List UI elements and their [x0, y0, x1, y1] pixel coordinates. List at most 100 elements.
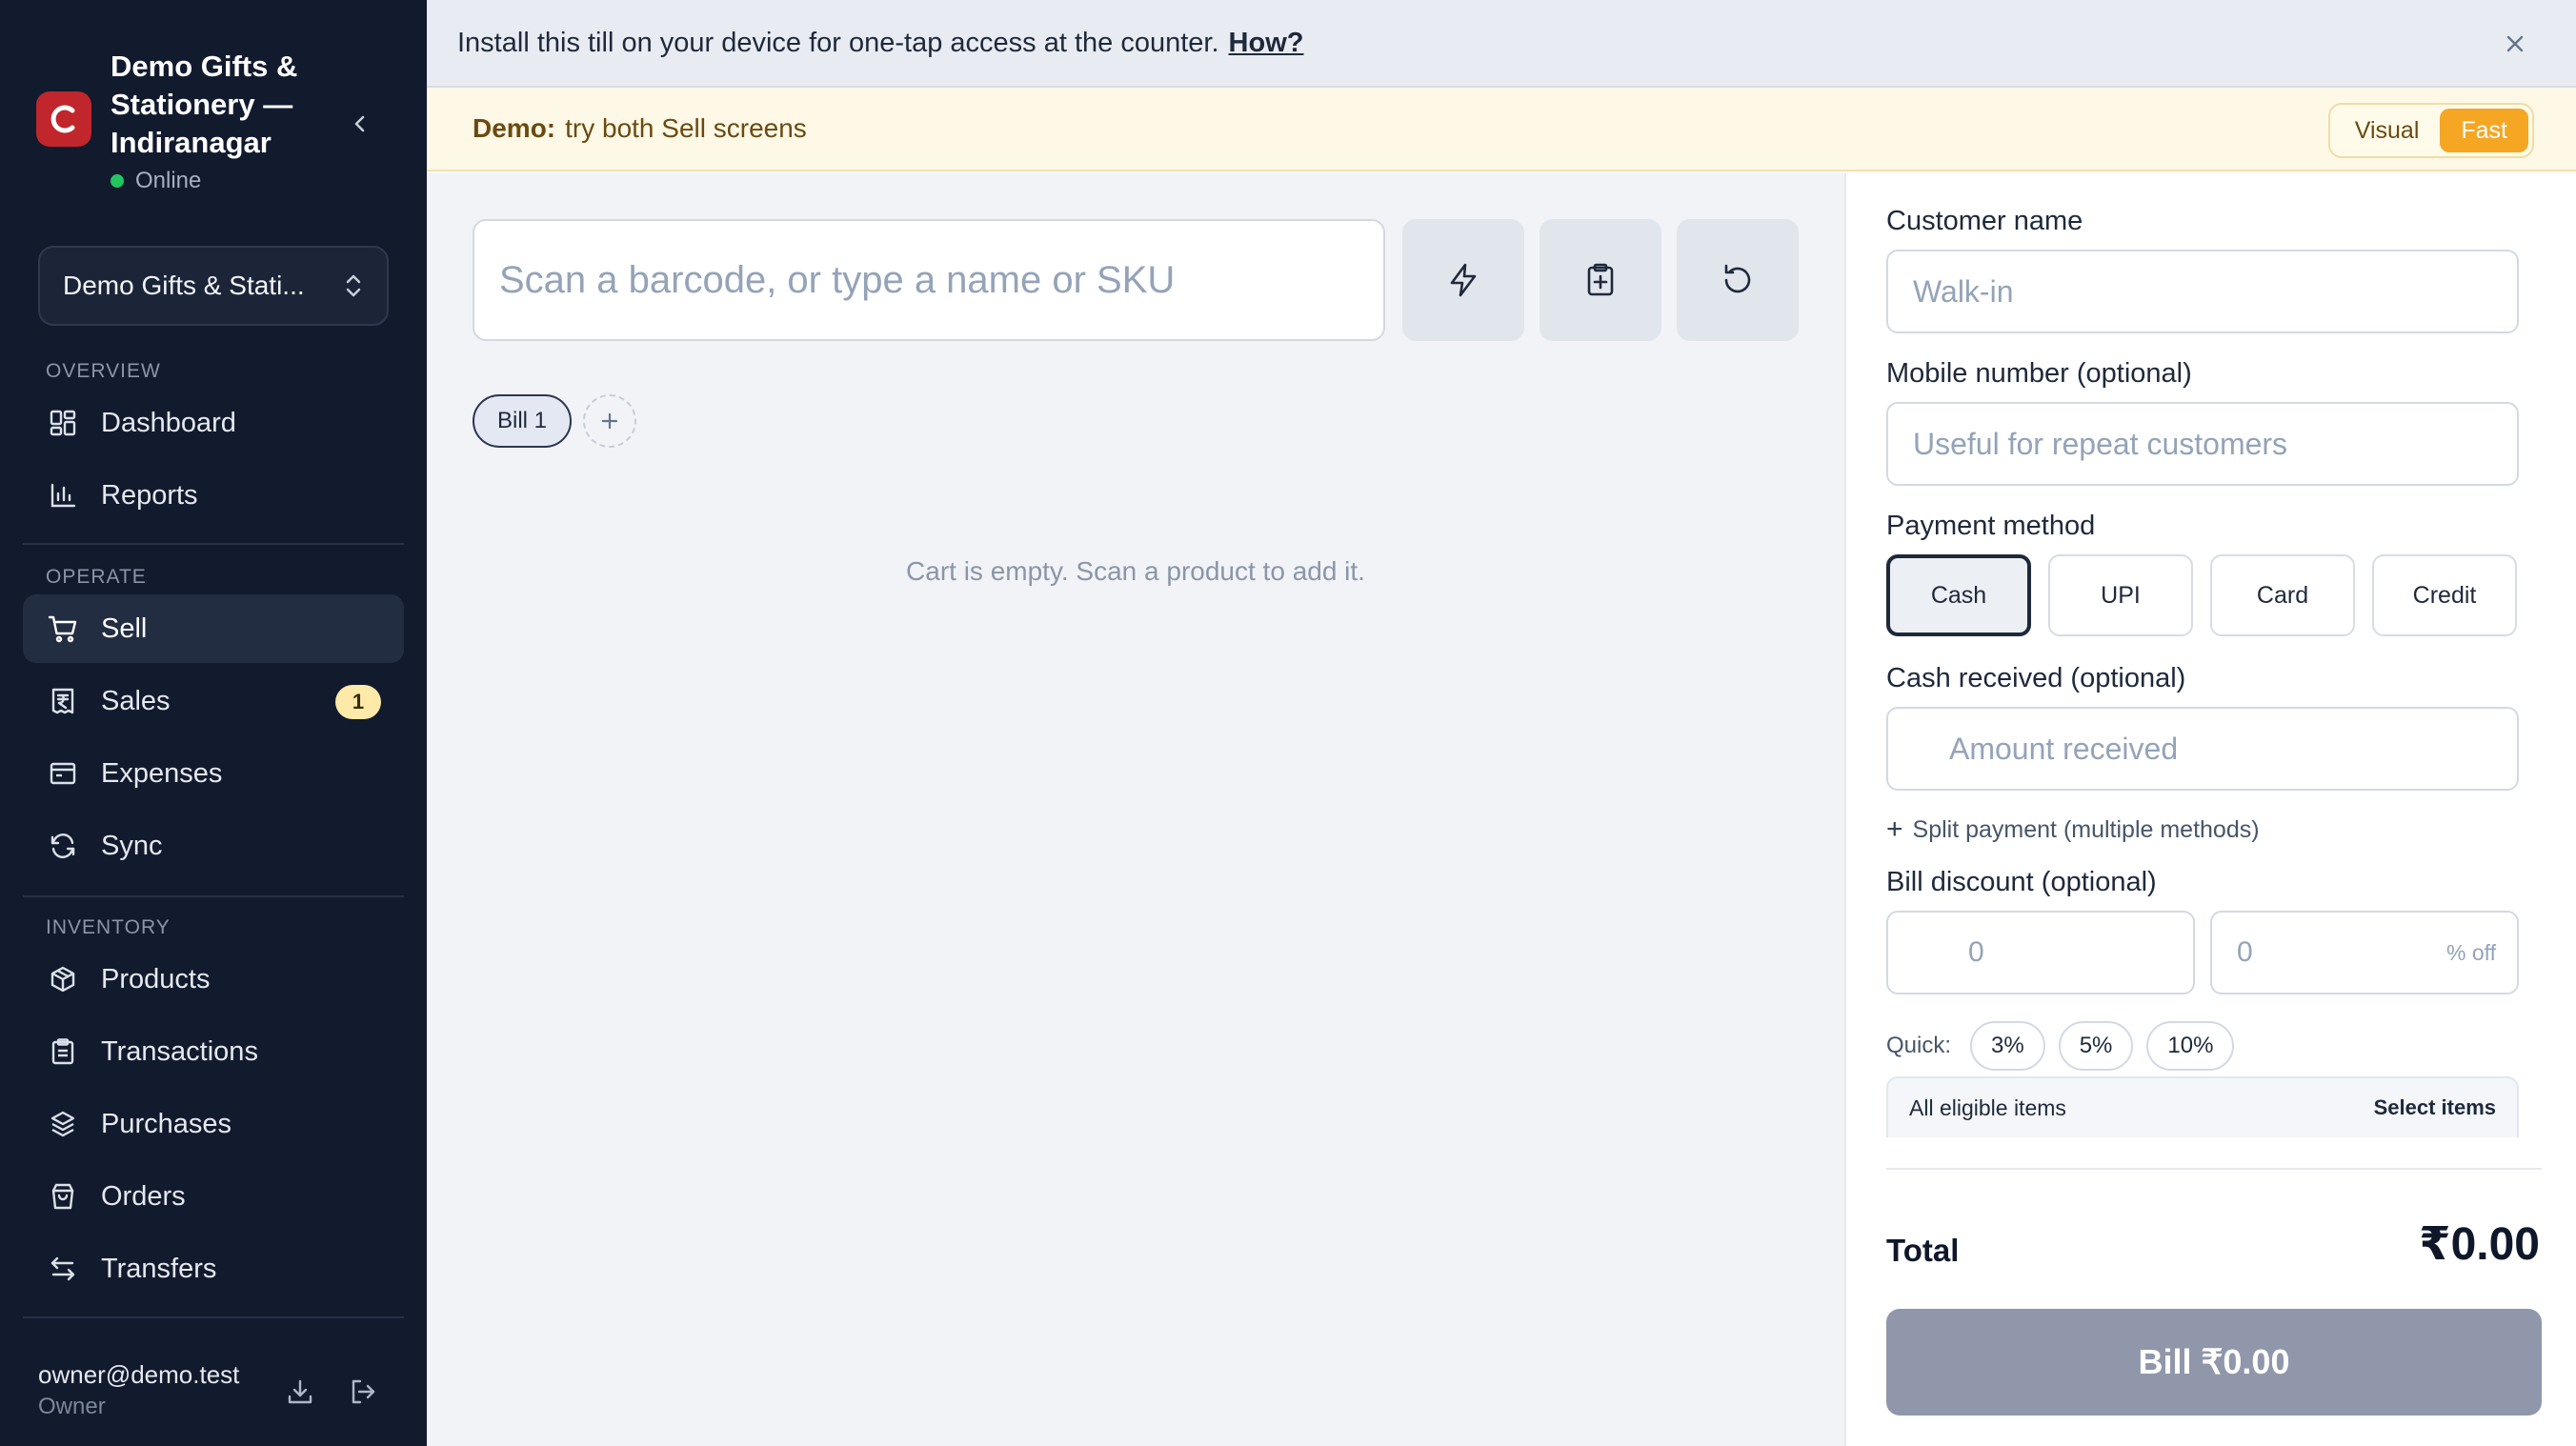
quick-discounts: Quick: 3% 5% 10%	[1886, 1021, 2235, 1071]
sidebar-item-reports[interactable]: Reports	[23, 461, 404, 530]
demo-label: Demo:	[473, 113, 556, 143]
total-value: ₹0.00	[2419, 1219, 2540, 1270]
clipboard-icon	[46, 1034, 80, 1069]
sidebar-item-label: Transactions	[101, 1035, 258, 1067]
customer-name-input[interactable]	[1886, 250, 2519, 333]
store-selector[interactable]: Demo Gifts & Stati...	[38, 246, 389, 326]
user-role: Owner	[38, 1394, 106, 1419]
sidebar-item-label: Expenses	[101, 757, 223, 789]
download-icon	[288, 1379, 312, 1404]
sidebar-item-sales[interactable]: Sales 1	[23, 667, 404, 735]
sidebar-item-expenses[interactable]: Expenses	[23, 739, 404, 808]
discount-amount-input[interactable]: 0	[1886, 911, 2195, 994]
plus-icon	[601, 412, 618, 430]
scope-select-items[interactable]: Select items	[2374, 1095, 2496, 1120]
store-selector-label: Demo Gifts & Stati...	[63, 271, 305, 300]
clipboard-plus-icon	[1587, 263, 1614, 296]
brand: Demo Gifts & Stationery — Indiranagar On…	[36, 48, 398, 200]
quick-discount-10[interactable]: 10%	[2146, 1021, 2235, 1071]
reset-icon	[1724, 264, 1751, 293]
quick-add-button[interactable]	[1402, 219, 1524, 341]
receipt-icon	[46, 684, 80, 718]
section-overview: OVERVIEW	[46, 360, 161, 382]
percent-off-suffix: % off	[2446, 939, 2496, 965]
reset-button[interactable]	[1677, 219, 1799, 341]
sidebar-item-dashboard[interactable]: Dashboard	[23, 389, 404, 457]
cash-received-input[interactable]	[1886, 707, 2519, 791]
payment-cash-button[interactable]: Cash	[1886, 554, 2031, 636]
bill-discount-label: Bill discount (optional)	[1886, 867, 2157, 897]
mobile-label: Mobile number (optional)	[1886, 358, 2192, 389]
sidebar-item-label: Reports	[101, 479, 198, 511]
user-email: owner@demo.test	[38, 1360, 240, 1389]
section-operate: OPERATE	[46, 566, 147, 588]
logout-button[interactable]	[343, 1372, 383, 1412]
chevron-updown-icon	[346, 274, 361, 297]
cash-received-label: Cash received (optional)	[1886, 663, 2186, 693]
sidebar: Demo Gifts & Stationery — Indiranagar On…	[0, 0, 427, 1446]
cart-icon	[46, 612, 80, 646]
scope-all-items[interactable]: All eligible items	[1909, 1095, 2066, 1121]
discount-scope: All eligible items Select items	[1886, 1076, 2519, 1137]
mode-fast-button[interactable]: Fast	[2440, 109, 2528, 152]
quick-discount-3[interactable]: 3%	[1970, 1021, 2045, 1071]
install-banner-text: Install this till on your device for one…	[457, 27, 1219, 58]
sidebar-item-sync[interactable]: Sync	[23, 812, 404, 880]
add-bill-button[interactable]	[583, 394, 636, 448]
discount-amount-value: 0	[1968, 936, 1984, 968]
install-how-link[interactable]: How?	[1229, 28, 1304, 59]
sell-mode-toggle: Visual Fast	[2327, 103, 2534, 158]
sidebar-item-label: Dashboard	[101, 407, 236, 438]
bill-tab[interactable]: Bill 1	[473, 394, 573, 448]
box-icon	[46, 962, 80, 996]
divider	[23, 543, 404, 545]
download-button[interactable]	[280, 1372, 320, 1412]
sidebar-item-sell[interactable]: Sell	[23, 594, 404, 663]
sales-count-badge: 1	[335, 685, 381, 719]
payment-card-button[interactable]: Card	[2210, 554, 2355, 636]
barcode-search-input[interactable]	[473, 219, 1385, 341]
sidebar-item-transactions[interactable]: Transactions	[23, 1017, 404, 1086]
chevron-left-icon	[354, 115, 365, 132]
transfer-icon	[46, 1252, 80, 1286]
sidebar-item-orders[interactable]: Orders	[23, 1162, 404, 1231]
store-logo	[36, 91, 91, 147]
customer-name-label: Customer name	[1886, 206, 2083, 236]
demo-banner: Demo: try both Sell screens Visual Fast	[427, 88, 2576, 171]
payment-credit-button[interactable]: Credit	[2372, 554, 2517, 636]
sidebar-item-purchases[interactable]: Purchases	[23, 1090, 404, 1158]
clipboard-add-button[interactable]	[1540, 219, 1661, 341]
bill-button[interactable]: Bill ₹0.00	[1886, 1309, 2542, 1416]
sidebar-item-products[interactable]: Products	[23, 945, 404, 1014]
sidebar-item-label: Orders	[101, 1180, 186, 1212]
plus-icon: +	[1886, 813, 1903, 845]
sidebar-item-label: Sales	[101, 685, 171, 716]
split-payment-label: Split payment (multiple methods)	[1912, 815, 2260, 843]
divider	[23, 895, 404, 897]
lightning-icon	[1450, 263, 1477, 297]
bag-icon	[46, 1179, 80, 1214]
quick-discount-5[interactable]: 5%	[2058, 1021, 2134, 1071]
sidebar-item-label: Transfers	[101, 1253, 217, 1284]
mode-visual-button[interactable]: Visual	[2334, 109, 2441, 152]
collapse-sidebar-button[interactable]	[341, 105, 379, 143]
discount-percent-input[interactable]: 0 % off	[2210, 911, 2519, 994]
payment-method-label: Payment method	[1886, 511, 2096, 541]
sell-main-area: Bill 1 Cart is empty. Scan a product to …	[427, 173, 1844, 1446]
online-dot-icon	[111, 174, 124, 188]
sidebar-item-label: Products	[101, 963, 211, 994]
payment-upi-button[interactable]: UPI	[2048, 554, 2193, 636]
sync-icon	[46, 829, 80, 863]
store-name: Demo Gifts & Stationery — Indiranagar	[111, 50, 298, 159]
dashboard-icon	[46, 406, 80, 440]
user-info: owner@demo.test Owner	[38, 1360, 239, 1420]
mobile-input[interactable]	[1886, 402, 2519, 486]
sidebar-item-label: Sync	[101, 830, 163, 861]
install-banner: Install this till on your device for one…	[427, 0, 2576, 88]
demo-text: try both Sell screens	[565, 113, 807, 143]
close-banner-button[interactable]	[2496, 25, 2534, 63]
package-icon	[46, 1107, 80, 1141]
sidebar-item-label: Sell	[101, 613, 148, 644]
split-payment-link[interactable]: + Split payment (multiple methods)	[1886, 813, 2260, 846]
sidebar-item-transfers[interactable]: Transfers	[23, 1235, 404, 1303]
